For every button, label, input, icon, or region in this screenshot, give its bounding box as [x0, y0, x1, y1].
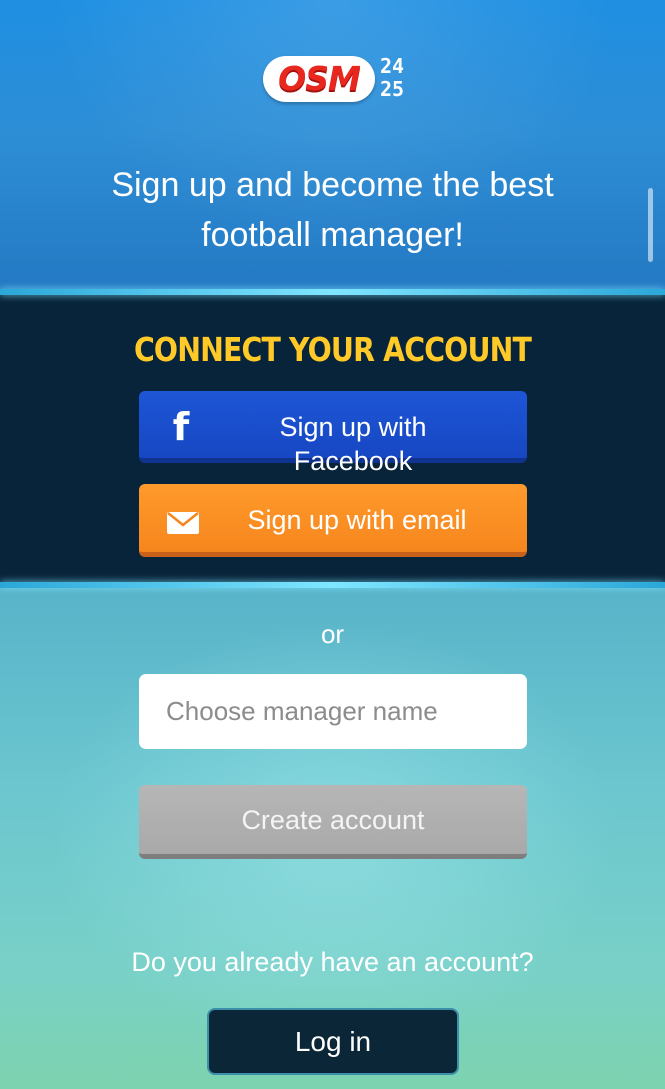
logo-year-bottom: 25: [380, 77, 405, 101]
logo-text: OSM: [278, 59, 361, 98]
osm-logo: OSM 24 25: [263, 54, 408, 104]
logo-year: 24 25: [380, 55, 408, 101]
create-account-label: Create account: [241, 805, 425, 835]
or-separator: or: [320, 619, 345, 649]
facebook-icon: f: [172, 405, 190, 449]
signup-page: OSM 24 25 Sign up and become the best fo…: [0, 0, 665, 1089]
page-tagline: Sign up and become the best football man…: [111, 166, 554, 254]
divider-glow-top: [0, 289, 665, 295]
logo-year-top: 24: [380, 54, 405, 78]
scrollbar-thumb[interactable]: [648, 188, 653, 262]
facebook-signup-button[interactable]: f Sign up with Facebook: [139, 391, 527, 476]
email-signup-label: Sign up with email: [247, 505, 467, 535]
divider-glow-bottom: [0, 582, 665, 588]
connect-title: CONNECT YOUR ACCOUNT: [133, 330, 532, 369]
login-button[interactable]: Log in: [207, 1008, 459, 1075]
manager-name-input[interactable]: [139, 674, 527, 749]
facebook-signup-label: Sign up with Facebook: [279, 412, 427, 476]
create-account-button[interactable]: Create account: [139, 785, 527, 859]
login-prompt: Do you already have an account?: [131, 947, 534, 977]
envelope-icon: [167, 510, 199, 534]
email-signup-button[interactable]: Sign up with email: [139, 484, 527, 557]
